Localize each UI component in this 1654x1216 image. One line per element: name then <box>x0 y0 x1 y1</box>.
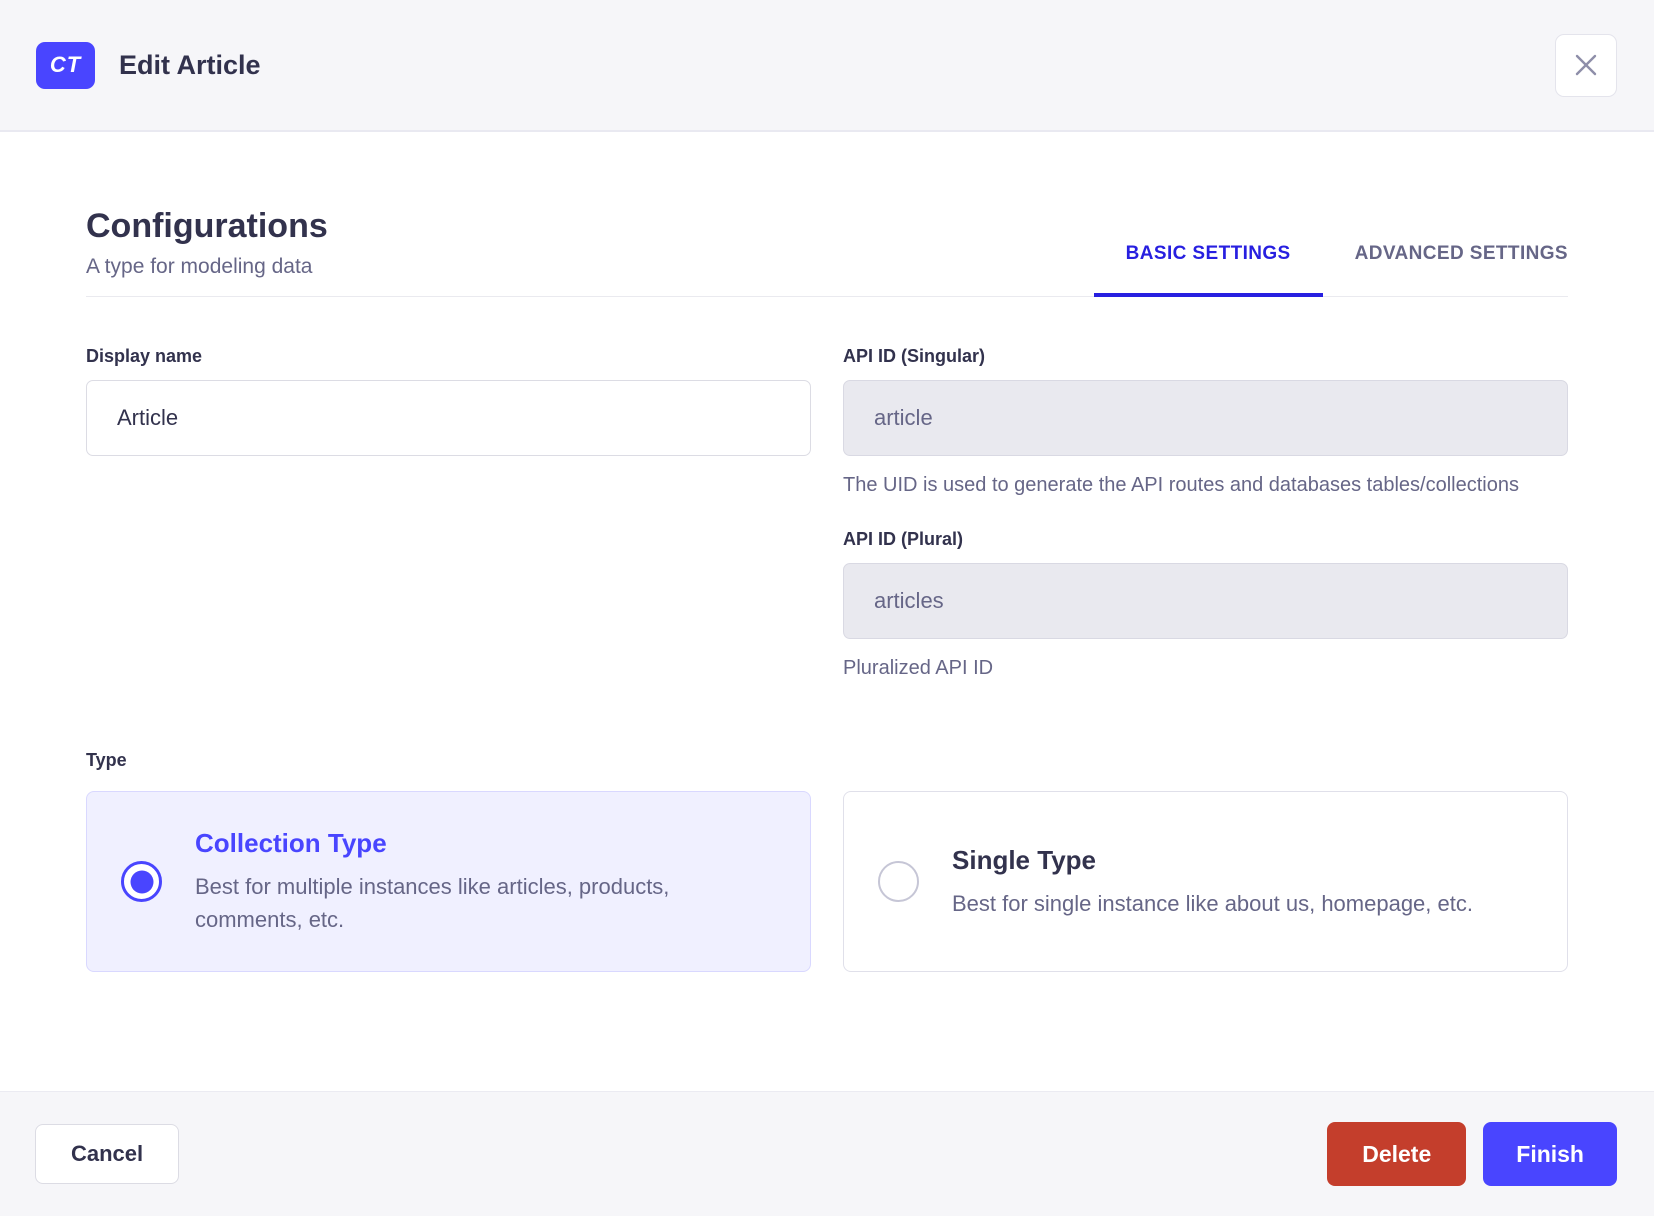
single-type-description: Best for single instance like about us, … <box>952 890 1473 916</box>
tab-basic-settings[interactable]: BASIC SETTINGS <box>1093 243 1323 297</box>
finish-button[interactable]: Finish <box>1483 1122 1617 1186</box>
edit-content-type-modal: CT Edit Article Configurations A type fo… <box>0 0 1654 1216</box>
modal-header: CT Edit Article <box>0 0 1654 132</box>
display-name-label: Display name <box>86 346 203 366</box>
collection-type-radio[interactable] <box>121 861 162 902</box>
type-label: Type <box>86 750 127 770</box>
type-options: Collection Type Best for multiple instan… <box>86 791 1568 972</box>
api-id-column: API ID (Singular) The UID is used to gen… <box>843 345 1568 683</box>
api-id-singular-field: API ID (Singular) The UID is used to gen… <box>843 345 1568 500</box>
close-icon <box>1575 54 1597 76</box>
tab-advanced-settings[interactable]: ADVANCED SETTINGS <box>1323 243 1568 297</box>
configurations-header: Configurations A type for modeling data … <box>86 206 1568 297</box>
modal-title: Edit Article <box>119 49 261 80</box>
display-name-field: Display name <box>86 345 811 683</box>
api-id-plural-label: API ID (Plural) <box>843 529 964 549</box>
display-name-input[interactable] <box>86 380 811 456</box>
collection-type-option[interactable]: Collection Type Best for multiple instan… <box>86 791 811 972</box>
api-id-plural-field: API ID (Plural) Pluralized API ID <box>843 528 1568 683</box>
modal-footer: Cancel Delete Finish <box>0 1091 1654 1216</box>
modal-body: Configurations A type for modeling data … <box>0 132 1654 1091</box>
api-id-plural-hint: Pluralized API ID <box>843 657 994 679</box>
type-section: Type Collection Type Best for multiple i… <box>86 749 1568 972</box>
single-type-title: Single Type <box>952 844 1096 875</box>
collection-type-title: Collection Type <box>195 828 387 858</box>
settings-tabs: BASIC SETTINGS ADVANCED SETTINGS <box>1093 243 1568 297</box>
single-type-radio[interactable] <box>878 861 919 902</box>
api-id-plural-input <box>843 563 1568 639</box>
api-id-singular-label: API ID (Singular) <box>843 346 986 366</box>
close-button[interactable] <box>1555 33 1617 97</box>
collection-type-description: Best for multiple instances like article… <box>195 874 670 932</box>
section-title: Configurations <box>86 207 328 245</box>
section-subtitle: A type for modeling data <box>86 255 313 278</box>
collection-type-texts: Collection Type Best for multiple instan… <box>195 827 780 936</box>
single-type-option[interactable]: Single Type Best for single instance lik… <box>843 791 1568 972</box>
api-id-singular-input <box>843 380 1568 456</box>
cancel-button[interactable]: Cancel <box>35 1124 180 1184</box>
api-id-singular-hint: The UID is used to generate the API rout… <box>843 474 1519 496</box>
configuration-form: Display name API ID (Singular) The UID i… <box>86 345 1568 683</box>
single-type-texts: Single Type Best for single instance lik… <box>952 844 1473 920</box>
delete-button[interactable]: Delete <box>1327 1122 1467 1186</box>
content-type-badge: CT <box>36 41 95 89</box>
